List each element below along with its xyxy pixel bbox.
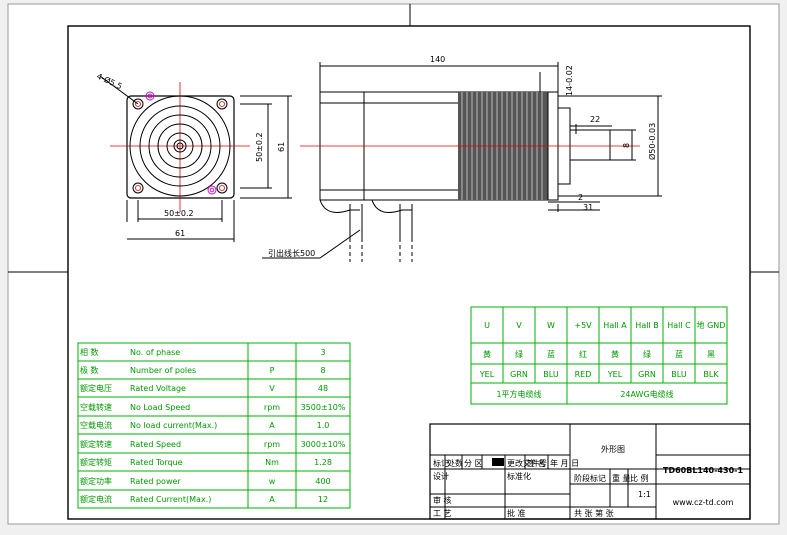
website: www.cz-td.com [673, 498, 734, 507]
spec-value-6: 3000±10% [301, 440, 346, 449]
bolt-pitch-v-dim: 50±0.2 [255, 132, 264, 162]
spec-cn-8: 额定功率 [80, 476, 112, 486]
tb-design: 设计 [433, 471, 449, 481]
spec-en-5: No load current(Max.) [130, 421, 217, 430]
spec-cn-5: 空载电流 [80, 420, 112, 430]
spec-cn-9: 额定电流 [80, 494, 112, 504]
boss-len-dim: 31 [583, 203, 593, 212]
shaft-dia-dim: 8 [622, 143, 631, 148]
length-dim: 140 [430, 55, 445, 64]
drawing-name: 外形图 [601, 444, 625, 454]
wiring-en-6: GRN [638, 370, 656, 379]
wiring-footer-right: 24AWG电缆线 [620, 389, 673, 399]
bolt-pitch-h-dim: 50±0.2 [164, 209, 194, 218]
tb-date: 年 月 日 [550, 458, 579, 468]
spec-value-2: 8 [320, 366, 325, 375]
model-number: TD60BL140-430-1 [663, 466, 743, 475]
spec-value-5: 1.0 [317, 421, 330, 430]
spec-unit-7: Nm [265, 458, 279, 467]
tb-scale: 1:1 [638, 490, 651, 499]
wiring-cn-2: 绿 [515, 350, 523, 359]
lead-wire-note: 引出线长500 [268, 248, 315, 258]
spec-value-8: 400 [315, 477, 330, 486]
wiring-header-gnd: 地 GND [697, 320, 726, 330]
spec-value-9: 12 [318, 495, 328, 504]
wiring-cn-8: 黑 [707, 350, 715, 359]
spec-unit-6: rpm [264, 440, 280, 449]
tb-weight: 重 量 [612, 473, 631, 483]
wiring-en-4: RED [575, 370, 592, 379]
spec-value-1: 3 [320, 348, 325, 357]
spec-value-7: 1.28 [314, 458, 332, 467]
spec-cn-1: 相 数 [80, 347, 99, 357]
tb-total: 共 张 第 张 [574, 508, 614, 518]
spec-unit-8: w [269, 477, 276, 486]
wiring-cn-1: 黄 [483, 349, 491, 359]
tb-std: 标准化 [507, 471, 531, 481]
spec-unit-9: A [269, 495, 275, 504]
spec-cn-7: 额定转矩 [80, 457, 112, 467]
engineering-drawing: 4-Ø5.5 50±0.2 61 50±0.2 61 140 14-0.02 2… [0, 0, 787, 531]
spec-unit-3: V [269, 384, 275, 393]
flange-h-dim: 61 [175, 229, 185, 238]
wiring-cn-5: 黄 [611, 349, 619, 359]
spec-en-3: Rated Voltage [130, 384, 186, 393]
wiring-en-1: YEL [479, 370, 495, 379]
tb-count: 处数 [447, 458, 463, 468]
wiring-en-2: GRN [510, 370, 528, 379]
spec-cn-2: 极 数 [80, 365, 99, 375]
wiring-header-v: V [516, 321, 522, 330]
tb-ratio: 比 例 [630, 473, 649, 483]
spec-en-7: Rated Torque [130, 458, 183, 467]
tb-sign: 签 名 [527, 458, 546, 468]
tb-stage: 阶段标记 [574, 473, 606, 483]
spec-cn-4: 空载转速 [80, 402, 112, 412]
paper [7, 3, 780, 525]
wiring-header-hall-b: Hall B [635, 321, 658, 330]
flange-thk-dim: 14-0.02 [565, 65, 574, 96]
spec-cn-6: 额定转速 [80, 439, 112, 449]
wiring-header-hall-a: Hall A [603, 321, 627, 330]
wiring-header-u: U [484, 321, 490, 330]
spec-unit-2: P [270, 366, 275, 375]
spec-en-6: Rated Speed [130, 440, 181, 449]
spec-cn-3: 额定电压 [80, 383, 112, 393]
spec-unit-5: A [269, 421, 275, 430]
wiring-header-w: W [547, 321, 555, 330]
wiring-en-3: BLU [543, 370, 559, 379]
spec-value-3: 48 [318, 384, 328, 393]
boss-dia-dim: Ø50-0.03 [647, 123, 657, 160]
wiring-en-5: YEL [607, 370, 623, 379]
boss-h-dim: 2 [578, 193, 583, 202]
drawing-sheet: 4-Ø5.5 50±0.2 61 50±0.2 61 140 14-0.02 2… [0, 0, 787, 531]
wiring-cn-7: 蓝 [675, 349, 683, 359]
wiring-cn-3: 蓝 [547, 349, 555, 359]
wiring-en-8: BLK [703, 370, 719, 379]
shaft-len-dim: 22 [590, 115, 600, 124]
spec-en-8: Rated power [130, 477, 181, 486]
spec-en-4: No Load Speed [130, 403, 190, 412]
wiring-cn-4: 红 [579, 349, 587, 359]
tb-approve: 批 准 [507, 508, 526, 518]
wiring-footer-left: 1平方电缆线 [496, 389, 541, 399]
wiring-header-5v: +5V [574, 321, 592, 330]
wiring-en-7: BLU [671, 370, 687, 379]
spec-en-1: No. of phase [130, 348, 180, 357]
spec-en-2: Number of poles [130, 366, 196, 375]
spec-value-4: 3500±10% [301, 403, 346, 412]
tb-process: 工 艺 [433, 509, 452, 518]
wiring-cn-6: 绿 [643, 350, 651, 359]
flange-v-dim: 61 [277, 142, 286, 152]
spec-en-9: Rated Current(Max.) [130, 495, 211, 504]
tb-check: 审 核 [433, 495, 452, 505]
tb-zone: 分 区 [464, 459, 483, 468]
spec-unit-4: rpm [264, 403, 280, 412]
wiring-header-hall-c: Hall C [667, 321, 691, 330]
